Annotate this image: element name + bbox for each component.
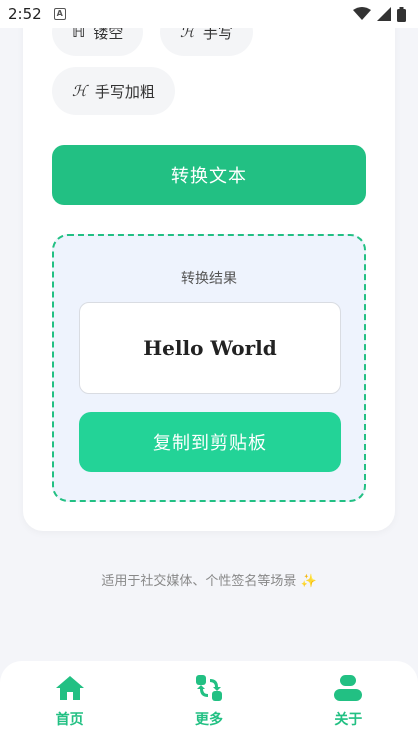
notification-icon: A	[53, 8, 66, 20]
status-icons	[353, 6, 406, 22]
nav-label: 首页	[55, 712, 84, 728]
nav-item-more[interactable]: 更多	[159, 675, 259, 729]
home-icon	[55, 676, 84, 700]
signal-icon	[377, 7, 391, 21]
battery-icon	[397, 6, 406, 22]
nav-item-home[interactable]: 首页	[20, 675, 120, 729]
wifi-icon	[353, 7, 371, 20]
result-output[interactable]: Hello World	[79, 302, 341, 394]
style-chip-label: 手写加粗	[94, 82, 155, 101]
convert-icon	[195, 675, 222, 701]
nav-item-about[interactable]: 关于	[298, 675, 398, 729]
status-bar: 2:52 A	[0, 0, 418, 28]
footnote: 适用于社交媒体、个性签名等场景 ✨	[101, 574, 317, 589]
user-icon	[334, 675, 363, 701]
copy-button[interactable]: 复制到剪贴板	[79, 412, 341, 472]
result-title: 转换结果	[181, 271, 237, 287]
handwriting-bold-style-icon: ℋ	[72, 82, 87, 100]
result-panel: 转换结果 Hello World 复制到剪贴板	[52, 234, 366, 502]
screen: 2:52 A ℍ 镂空 ℋ 手写 ℋ 手写加粗 转换文本 转换结果 Hello …	[0, 0, 418, 743]
result-text: Hello World	[143, 336, 277, 360]
status-time: 2:52	[8, 5, 42, 23]
nav-label: 更多	[194, 712, 223, 728]
convert-button[interactable]: 转换文本	[52, 145, 366, 205]
bottom-nav: 首页 更多 关于	[0, 661, 418, 743]
style-chip-handwriting-bold[interactable]: ℋ 手写加粗	[52, 67, 175, 115]
nav-label: 关于	[334, 712, 363, 728]
